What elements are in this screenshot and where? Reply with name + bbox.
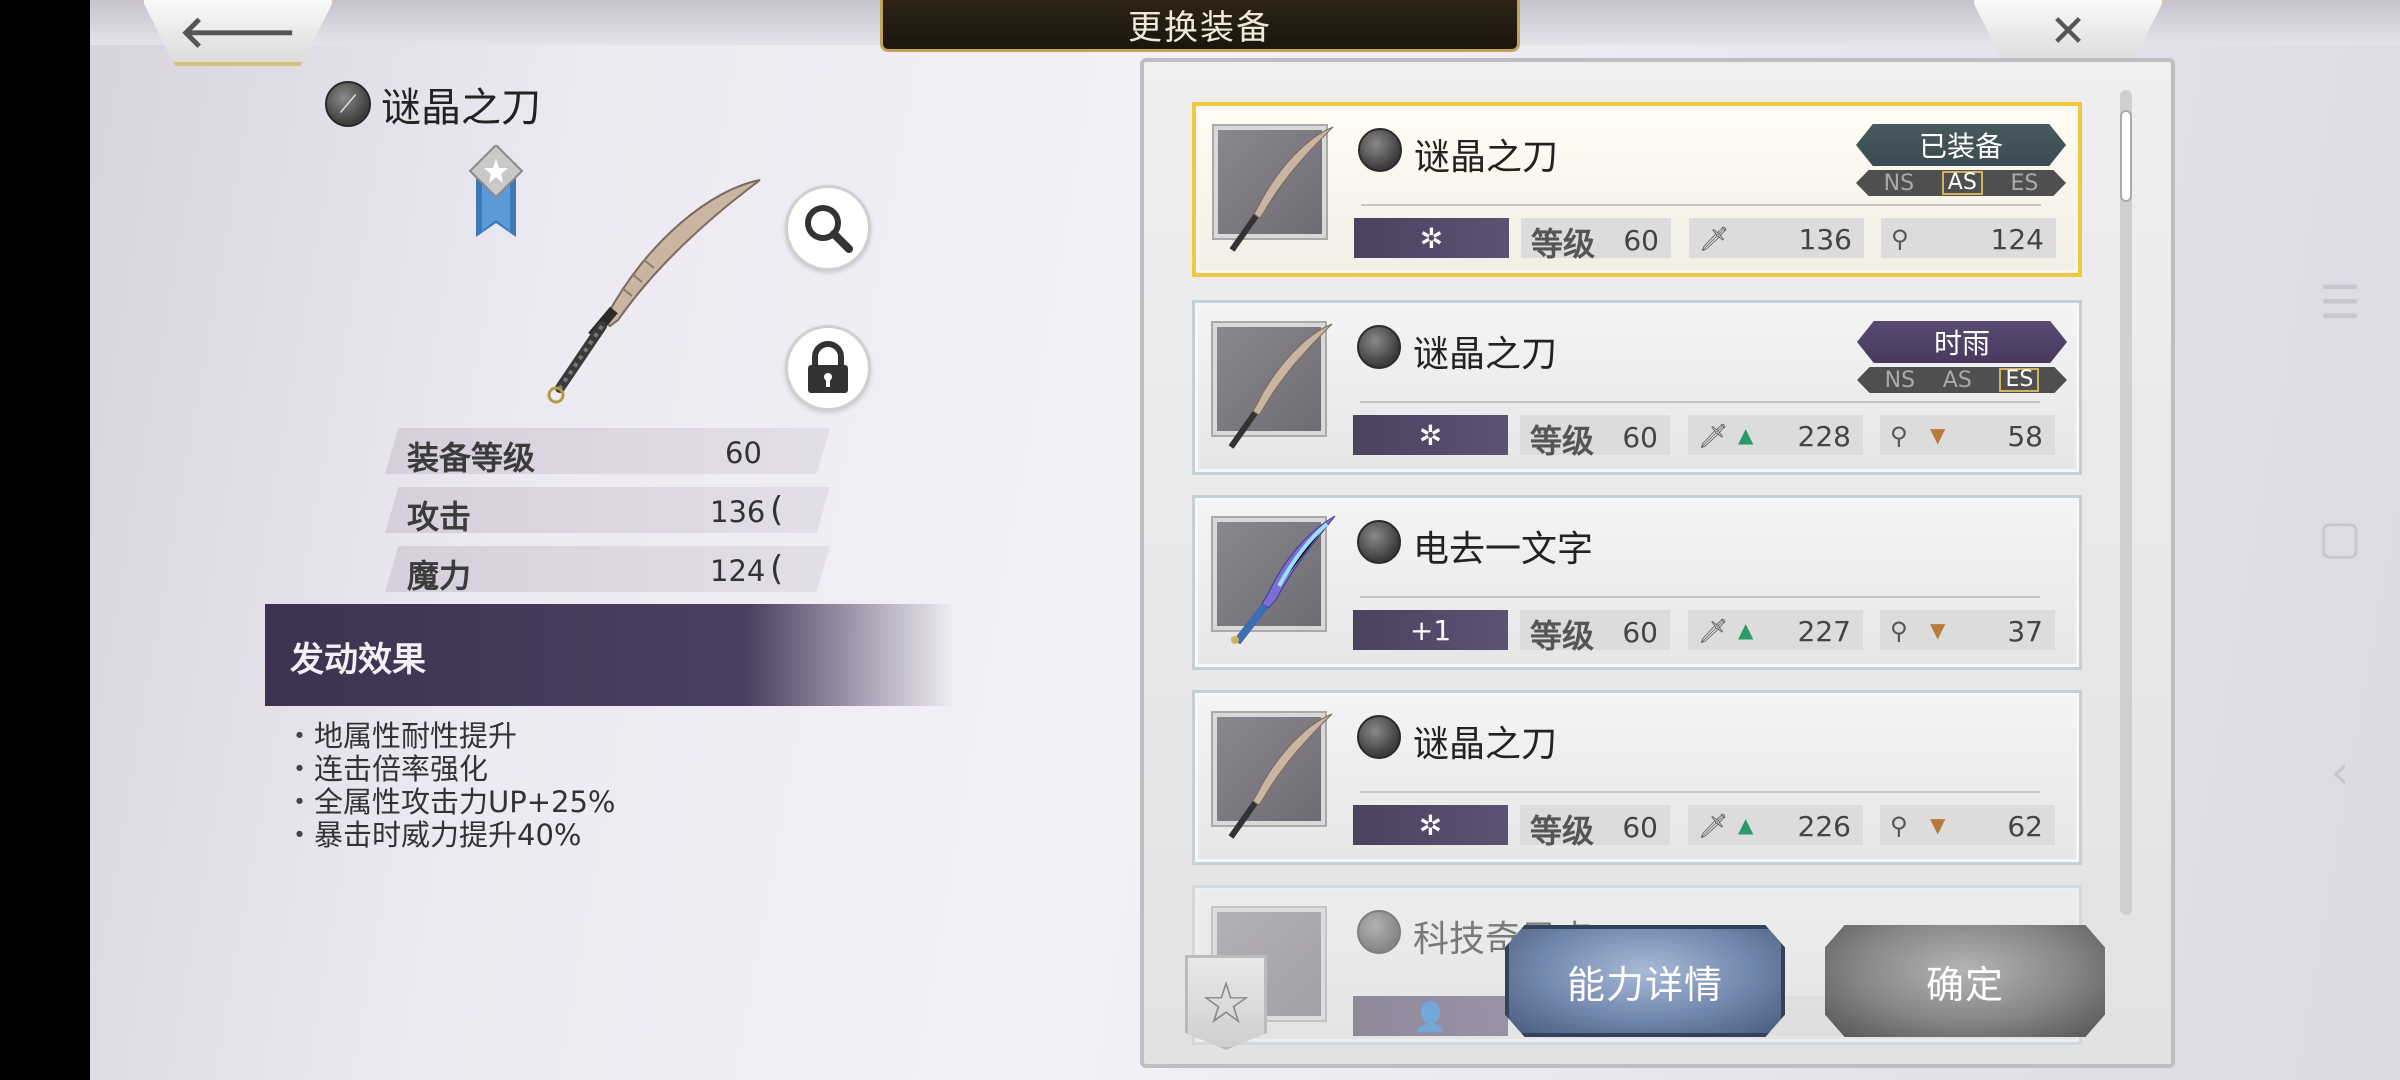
home-icon[interactable]: ▢: [2310, 510, 2370, 564]
equipment-card[interactable]: 谜晶之刀 时雨 NS AS ES ✲ 等级 60 🗡 ▲ 228 ⚲ ▼ 58: [1192, 300, 2082, 475]
affix-badge: ✲: [1353, 805, 1508, 845]
level-box: 等级 60: [1520, 805, 1670, 850]
slot-as: AS: [1942, 367, 1972, 393]
magic-box: ⚲ ▼ 62: [1880, 805, 2055, 845]
slot-ns: NS: [1884, 367, 1916, 393]
affix-badge: ✲: [1353, 415, 1508, 455]
effect-item: 全属性攻击力UP+25%: [285, 786, 615, 819]
lock-icon: [808, 341, 848, 393]
stat-value: 136: [710, 495, 766, 529]
sword-type-icon: [1357, 910, 1401, 954]
slot-es: ES: [2010, 170, 2039, 196]
sword-icon: 🗡: [1699, 225, 1730, 253]
equipment-card[interactable]: 谜晶之刀 已装备 NS AS ES ✲ 等级 60 🗡 136 ⚲ 124: [1192, 102, 2082, 277]
effect-header: 发动效果: [265, 604, 955, 706]
title-bar: 更换装备: [880, 0, 1520, 52]
ability-detail-button[interactable]: 能力详情: [1505, 925, 1785, 1037]
down-arrow-icon: ▼: [1930, 423, 1946, 447]
sword-type-icon: [1358, 128, 1402, 172]
level-box: 等级 60: [1520, 415, 1670, 460]
sword-icon: 🗡: [1698, 812, 1729, 840]
equipment-name: 电去一文字: [1413, 529, 1594, 570]
weapon-name: 谜晶之刀: [381, 85, 541, 131]
close-icon: ✕: [2049, 5, 2087, 57]
scrollbar-thumb[interactable]: [2120, 110, 2132, 202]
sword-type-icon: [1357, 325, 1401, 369]
sword-type-icon: [1357, 520, 1401, 564]
staff-icon: ⚲: [1891, 225, 1909, 253]
magnifier-icon: [805, 205, 853, 253]
effect-list: 地属性耐性提升 连击倍率强化 全属性攻击力UP+25% 暴击时威力提升40%: [285, 720, 616, 852]
affix-badge: ✲: [1354, 218, 1509, 258]
stat-value: 60: [725, 436, 762, 470]
attack-box: 🗡 ▲ 226: [1688, 805, 1863, 845]
staff-icon: ⚲: [1890, 422, 1908, 450]
level-box: 等级 60: [1520, 610, 1670, 655]
confirm-button[interactable]: 确定: [1825, 925, 2105, 1037]
arrow-left-icon: 🡐: [179, 7, 297, 58]
attack-box: 🗡 ▲ 228: [1688, 415, 1863, 455]
weapon-thumbnail: [1212, 124, 1334, 252]
equipment-name: 谜晶之刀: [1414, 137, 1559, 178]
equipment-card[interactable]: 电去一文字 +1 等级 60 🗡 ▲ 227 ⚲ ▼ 37: [1192, 495, 2082, 670]
stat-label: 装备等级: [407, 439, 536, 477]
down-arrow-icon: ▼: [1930, 618, 1946, 642]
divider: [1361, 204, 2041, 206]
weapon-image: [547, 179, 761, 404]
attack-box: 🗡 136: [1689, 218, 1864, 258]
equipment-card[interactable]: 谜晶之刀 ✲ 等级 60 🗡 ▲ 226 ⚲ ▼ 62: [1192, 690, 2082, 865]
status-badge: 已装备: [1856, 124, 2066, 166]
divider: [1360, 401, 2040, 403]
stat-value: 124: [710, 554, 766, 588]
sword-icon: 🗡: [1698, 422, 1729, 450]
down-arrow-icon: ▼: [1930, 813, 1946, 837]
sword-type-icon: [1357, 715, 1401, 759]
weapon-thumbnail: [1211, 711, 1333, 839]
magic-box: ⚲ ▼ 37: [1880, 610, 2055, 650]
up-arrow-icon: ▲: [1738, 423, 1754, 447]
affix-badge: 👤: [1353, 996, 1508, 1036]
effect-item: 连击倍率强化: [285, 753, 616, 786]
stat-row-attack: 攻击 136 (0): [385, 487, 830, 533]
scrollbar-track[interactable]: [2120, 90, 2132, 915]
weapon-thumbnail: [1211, 515, 1336, 644]
zoom-button[interactable]: [785, 185, 871, 271]
status-badge: 时雨: [1857, 321, 2067, 363]
level-box: 等级 60: [1521, 218, 1671, 263]
affix-badge: +1: [1353, 610, 1508, 650]
up-arrow-icon: ▲: [1738, 813, 1754, 837]
stat-row-level: 装备等级 60: [385, 428, 830, 474]
favorite-button[interactable]: ☆: [1185, 955, 1267, 1050]
effect-item: 暴击时威力提升40%: [285, 819, 616, 852]
skill-slot-row: NS AS ES: [1857, 367, 2067, 393]
equipment-name: 谜晶之刀: [1413, 724, 1558, 765]
stat-label: 魔力: [407, 557, 472, 595]
back-nav-icon[interactable]: ‹: [2310, 745, 2370, 799]
lock-button[interactable]: [785, 325, 871, 411]
effect-item: 地属性耐性提升: [285, 720, 616, 753]
page-title: 更换装备: [1128, 8, 1272, 48]
star-icon: ☆: [1200, 968, 1252, 1037]
magic-box: ⚲ ▼ 58: [1880, 415, 2055, 455]
attack-box: 🗡 ▲ 227: [1688, 610, 1863, 650]
stat-row-magic: 魔力 124 (0): [385, 546, 830, 592]
slot-ns: NS: [1883, 170, 1915, 196]
up-arrow-icon: ▲: [1738, 618, 1754, 642]
staff-icon: ⚲: [1890, 617, 1908, 645]
weapon-title: ⟋ 谜晶之刀: [325, 75, 541, 133]
staff-icon: ⚲: [1890, 812, 1908, 840]
slot-es: ES: [1999, 368, 2040, 392]
menu-icon[interactable]: ☰: [2310, 275, 2370, 329]
effect-title: 发动效果: [290, 640, 426, 680]
sword-icon: 🗡: [1698, 617, 1729, 645]
divider: [1360, 596, 2040, 598]
skill-slot-row: NS AS ES: [1856, 170, 2066, 196]
stat-label: 攻击: [407, 498, 472, 536]
equipment-name: 谜晶之刀: [1413, 334, 1558, 375]
weapon-thumbnail: [1211, 321, 1333, 449]
magic-box: ⚲ 124: [1881, 218, 2056, 258]
divider: [1360, 791, 2040, 793]
sword-type-icon: ⟋: [325, 81, 371, 127]
slot-as: AS: [1941, 171, 1983, 195]
